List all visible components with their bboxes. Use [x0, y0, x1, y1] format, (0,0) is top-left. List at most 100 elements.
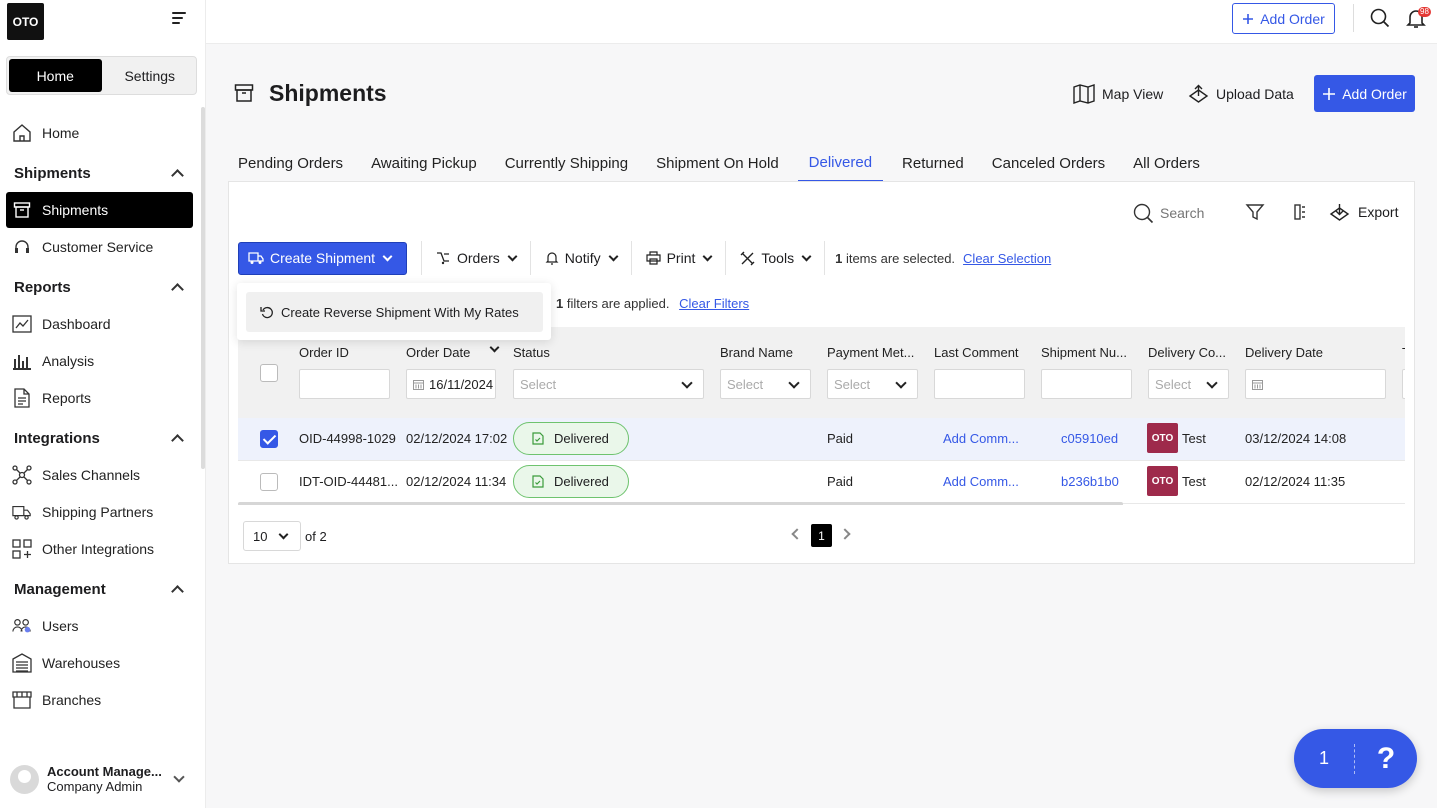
delivery-company-logo: OTO [1147, 423, 1178, 453]
row-checkbox[interactable] [260, 430, 278, 448]
column-last-comment[interactable]: Last Comment [934, 345, 1019, 360]
calendar-icon [413, 379, 424, 390]
clear-filters-link[interactable]: Clear Filters [679, 296, 749, 311]
shipment-number-link[interactable]: c05910ed [1061, 431, 1118, 446]
export-button[interactable]: Export [1329, 202, 1398, 222]
tab-canceled-orders[interactable]: Canceled Orders [983, 144, 1114, 182]
clear-selection-link[interactable]: Clear Selection [963, 251, 1051, 266]
order-id-filter[interactable] [299, 369, 390, 399]
sidebar-item-other-integrations[interactable]: Other Integrations [6, 531, 193, 567]
search-field[interactable] [1133, 202, 1233, 224]
column-shipment-number[interactable]: Shipment Nu... [1041, 345, 1127, 360]
add-order-label: Add Order [1342, 85, 1407, 102]
segment-home[interactable]: Home [9, 59, 102, 92]
tab-all-orders[interactable]: All Orders [1124, 144, 1209, 182]
table-horizontal-scrollbar[interactable] [238, 502, 1123, 505]
sidebar-item-reports[interactable]: Reports [6, 380, 193, 416]
sidebar-scrollbar[interactable] [201, 107, 205, 469]
sidebar-item-sales-channels[interactable]: Sales Channels [6, 457, 193, 493]
sidebar-section-reports[interactable]: Reports [14, 268, 184, 306]
search-input[interactable] [1160, 205, 1230, 221]
status-filter[interactable]: Select [513, 369, 704, 399]
segment-settings[interactable]: Settings [104, 57, 197, 94]
tab-delivered[interactable]: Delivered [797, 144, 884, 182]
row-checkbox[interactable] [260, 473, 278, 491]
column-order-date[interactable]: Order Date [406, 345, 470, 360]
tab-shipment-on-hold[interactable]: Shipment On Hold [647, 144, 788, 182]
add-comment-link[interactable]: Add Comm... [943, 474, 1019, 489]
previous-page-icon[interactable] [791, 528, 803, 540]
map-view-button[interactable]: Map View [1073, 80, 1163, 108]
cell-order-date: 02/12/2024 17:02 [406, 431, 508, 446]
upload-data-button[interactable]: Upload Data [1188, 80, 1294, 108]
add-order-button[interactable]: Add Order [1314, 75, 1415, 112]
sidebar-section-management[interactable]: Management [14, 570, 184, 608]
columns-icon[interactable] [1290, 202, 1310, 222]
table-row[interactable]: OID-44998-1029 02/12/2024 17:02 Delivered P… [238, 418, 1405, 461]
truncated-filter[interactable] [1402, 369, 1405, 399]
document-icon [12, 388, 32, 408]
column-status[interactable]: Status [513, 345, 550, 360]
tab-currently-shipping[interactable]: Currently Shipping [496, 144, 637, 182]
cell-order-id[interactable]: OID-44998-1029 [299, 431, 396, 446]
status-label: Delivered [554, 431, 609, 446]
next-page-icon[interactable] [839, 528, 851, 540]
help-widget[interactable]: 1 ? [1294, 729, 1417, 788]
sort-icon[interactable] [489, 342, 500, 353]
users-icon [12, 616, 32, 636]
column-truncated[interactable]: T [1402, 345, 1405, 360]
page-size-select[interactable]: 10 [243, 521, 301, 551]
sidebar-item-shipments[interactable]: Shipments [6, 192, 193, 228]
sidebar-item-analysis[interactable]: Analysis [6, 343, 193, 379]
tools-dropdown[interactable]: Tools [740, 250, 812, 266]
sidebar-item-shipping-partners[interactable]: Shipping Partners [6, 494, 193, 530]
shipment-number-filter[interactable] [1041, 369, 1132, 399]
column-brand-name[interactable]: Brand Name [720, 345, 793, 360]
sidebar-item-customer-service[interactable]: Customer Service [6, 229, 193, 265]
account-menu[interactable]: Account Manage... Company Admin [10, 762, 195, 796]
sidebar-item-users[interactable]: Users [6, 608, 193, 644]
chevron-up-icon [171, 585, 184, 598]
search-icon[interactable] [1370, 8, 1390, 28]
filter-icon[interactable] [1245, 202, 1265, 222]
comment-filter[interactable] [934, 369, 1025, 399]
delivery-date-filter[interactable] [1245, 369, 1386, 399]
cell-order-id[interactable]: IDT-OID-44481... [299, 474, 398, 489]
sidebar-item-dashboard[interactable]: Dashboard [6, 306, 193, 342]
chevron-up-icon [171, 169, 184, 182]
order-date-filter[interactable]: 16/11/2024 [406, 369, 496, 399]
pagination-size: 10 of 2 [243, 521, 327, 551]
current-page-button[interactable]: 1 [811, 524, 832, 547]
sidebar-collapse-icon[interactable] [172, 12, 186, 26]
column-delivery-date[interactable]: Delivery Date [1245, 345, 1323, 360]
sidebar-item-home[interactable]: Home [6, 115, 193, 151]
topbar-add-order-button[interactable]: Add Order [1232, 3, 1335, 34]
table-row[interactable]: IDT-OID-44481... 02/12/2024 11:34 Delivere… [238, 461, 1405, 504]
delivery-company-filter[interactable]: Select [1148, 369, 1229, 399]
app-logo[interactable]: OTO [7, 3, 44, 40]
create-reverse-shipment-item[interactable]: Create Reverse Shipment With My Rates [246, 292, 543, 332]
orders-dropdown[interactable]: Orders [436, 250, 518, 266]
delivery-company-logo: OTO [1147, 466, 1178, 496]
column-delivery-company[interactable]: Delivery Co... [1148, 345, 1226, 360]
brand-filter[interactable]: Select [720, 369, 811, 399]
print-dropdown[interactable]: Print [645, 250, 713, 266]
select-all-checkbox[interactable] [260, 364, 278, 382]
column-payment-method[interactable]: Payment Met... [827, 345, 914, 360]
tab-awaiting-pickup[interactable]: Awaiting Pickup [362, 144, 486, 182]
create-shipment-button[interactable]: Create Shipment [238, 241, 407, 275]
notify-dropdown[interactable]: Notify [545, 250, 619, 266]
sidebar-item-branches[interactable]: Branches [6, 682, 193, 718]
cell-order-date: 02/12/2024 11:34 [406, 474, 507, 489]
shipment-number-link[interactable]: b236b1b0 [1061, 474, 1119, 489]
column-order-id[interactable]: Order ID [299, 345, 349, 360]
tab-returned[interactable]: Returned [893, 144, 973, 182]
tab-pending-orders[interactable]: Pending Orders [229, 144, 352, 182]
sidebar-section-shipments[interactable]: Shipments [14, 154, 184, 192]
payment-filter[interactable]: Select [827, 369, 918, 399]
filters-text: filters are applied. [566, 296, 670, 311]
add-comment-link[interactable]: Add Comm... [943, 431, 1019, 446]
map-view-label: Map View [1102, 86, 1164, 102]
sidebar-section-integrations[interactable]: Integrations [14, 419, 184, 457]
sidebar-item-warehouses[interactable]: Warehouses [6, 645, 193, 681]
